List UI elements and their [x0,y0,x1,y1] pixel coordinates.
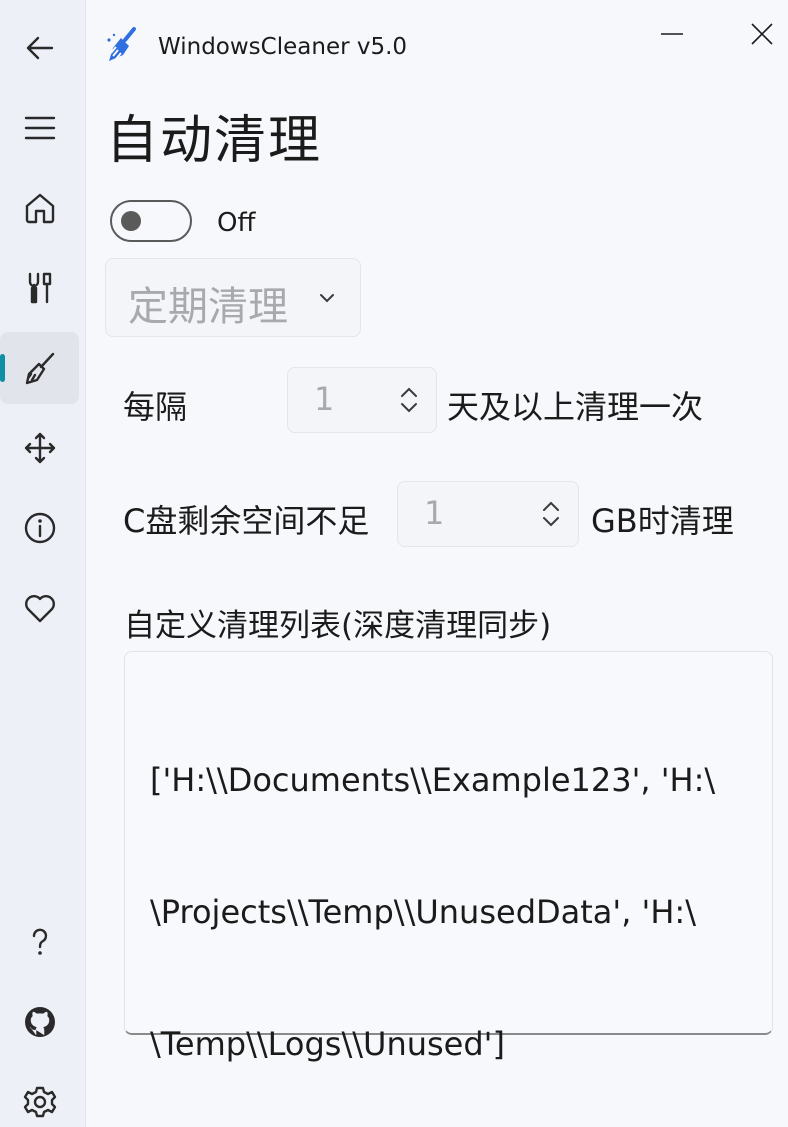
custom-list-label: 自定义清理列表(深度清理同步) [124,608,552,644]
custom-list-line: ['H:\\Documents\\Example123', 'H:\ [150,761,716,799]
custom-list-line: \Temp\\Logs\\Unused'] [150,1025,505,1063]
back-button[interactable] [0,12,79,84]
nav-item-settings[interactable] [0,1066,79,1127]
app-title: WindowsCleaner v5.0 [158,34,408,60]
selection-indicator [0,354,5,382]
close-icon [751,23,773,45]
chevron-down-icon [320,294,334,303]
spin-up-down-icon[interactable] [540,497,562,531]
custom-list-textarea[interactable]: ['H:\\Documents\\Example123', 'H:\ \Proj… [124,651,773,1063]
move-arrows-icon [24,432,55,464]
nav-item-help[interactable] [0,906,79,978]
interval-days-stepper[interactable]: 1 [287,367,437,433]
minimize-button[interactable] [642,14,702,54]
clean-mode-value: 定期清理 [128,284,288,330]
custom-list-line: \Projects\\Temp\\UnusedData', 'H:\ [150,893,696,931]
toggle-state-label: Off [217,208,256,238]
nav-item-github[interactable] [0,986,79,1058]
disk-space-stepper[interactable]: 1 [397,481,579,547]
nav-rail [0,0,86,1127]
custom-list-text: ['H:\\Documents\\Example123', 'H:\ \Proj… [150,670,750,1127]
minimize-icon [661,33,683,35]
title-bar: WindowsCleaner v5.0 [86,0,788,92]
menu-toggle-button[interactable] [0,92,79,164]
app-broom-icon [107,27,136,61]
github-icon [24,1007,55,1037]
toggle-knob [121,211,141,231]
disk-space-unit-label: GB时清理 [591,502,734,540]
info-icon [24,512,55,544]
help-icon [32,928,47,955]
disk-space-label: C盘剩余空间不足 [123,502,370,540]
app-window: WindowsCleaner v5.0 自动清理 Off 定期清理 每隔 1 天… [0,0,788,1127]
hamburger-menu-icon [24,116,55,140]
disk-space-value: 1 [424,494,445,532]
back-arrow-icon [26,36,53,60]
close-button[interactable] [732,14,788,54]
nav-item-home[interactable] [0,172,79,244]
nav-item-about[interactable] [0,492,79,564]
auto-clean-toggle[interactable] [110,200,192,242]
nav-item-tools[interactable] [0,252,79,324]
nav-item-support[interactable] [0,572,79,644]
clean-mode-dropdown[interactable]: 定期清理 [105,258,361,337]
settings-gear-icon [23,1086,56,1118]
heart-icon [24,595,55,623]
nav-item-move[interactable] [0,412,79,484]
interval-unit-label: 天及以上清理一次 [447,388,704,426]
nav-item-auto-clean[interactable] [0,332,79,404]
home-icon [25,193,54,224]
interval-label: 每隔 [123,388,188,426]
page-title: 自动清理 [106,111,323,171]
tools-icon [28,272,51,304]
broom-icon [25,352,54,385]
spin-up-down-icon[interactable] [398,383,420,417]
interval-days-value: 1 [314,380,335,418]
